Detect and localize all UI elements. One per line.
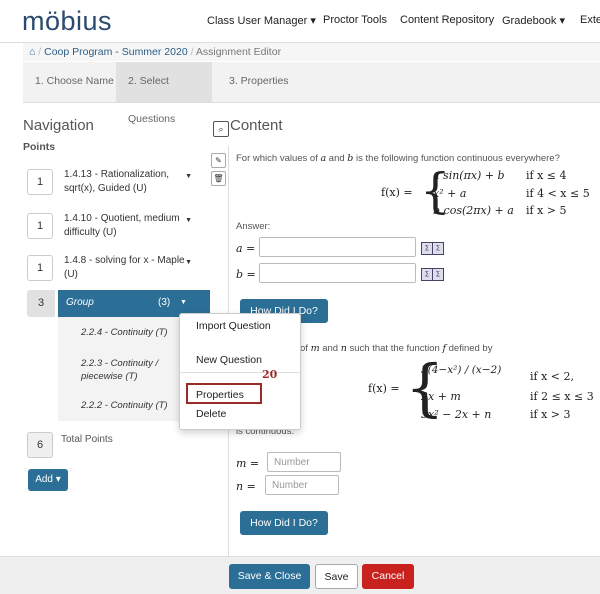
group-item[interactable]: 3 Group (3) ▼ xyxy=(23,290,210,317)
q1-case-expr: a sin(πx) + b xyxy=(433,169,505,182)
answer-b-input[interactable] xyxy=(259,263,416,283)
points-input[interactable]: 1 xyxy=(27,213,53,239)
nav-class-user-manager[interactable]: Class User Manager ▾ xyxy=(207,14,316,27)
pencil-icon[interactable]: ✎ xyxy=(211,153,226,168)
answer-a-input[interactable] xyxy=(259,237,416,257)
question-item[interactable]: 1 1.4.8 - solving for x - Maple (U) ▼ xyxy=(23,251,196,287)
q2-case-cond: if x < 2, xyxy=(530,370,574,383)
q1-case-expr: x² + a xyxy=(433,187,467,200)
home-icon[interactable]: ⌂ xyxy=(29,46,35,58)
total-points-value: 6 xyxy=(27,432,53,458)
group-sub-list: 2.2.4 - Continuity (T) 2.2.3 - Continuit… xyxy=(58,317,188,421)
n-input[interactable]: Number xyxy=(265,475,339,495)
question-2-prompt: of m and n such that the function f defi… xyxy=(300,343,493,354)
mobius-logo[interactable]: möbius xyxy=(22,6,112,37)
m-input[interactable]: Number xyxy=(267,452,341,472)
question-item[interactable]: 1 1.4.13 - Rationalization, sqrt(x), Gui… xyxy=(23,165,196,201)
q2-case-cond: if 2 ≤ x ≤ 3 xyxy=(530,390,594,403)
q2-case-cond: if x > 3 xyxy=(530,408,571,421)
top-bar: möbius Class User Manager ▾ Proctor Tool… xyxy=(0,0,600,43)
n-label: n = xyxy=(236,480,256,493)
points-header: Points xyxy=(23,141,56,153)
save-close-button[interactable]: Save & Close xyxy=(229,564,310,589)
group-points[interactable]: 3 xyxy=(27,290,55,317)
nav-proctor-tools[interactable]: Proctor Tools xyxy=(323,14,387,26)
q1-case-cond: if x > 5 xyxy=(526,204,567,217)
breadcrumb-course[interactable]: Coop Program - Summer 2020 xyxy=(44,46,188,58)
nav-content-repository[interactable]: Content Repository xyxy=(400,14,494,26)
q1-function-label: f(x) = xyxy=(381,186,413,199)
total-points-label: Total Points xyxy=(61,434,113,445)
navigation-title: Navigation xyxy=(23,117,94,134)
b-label: b = xyxy=(236,268,256,281)
q1-case-cond: if x ≤ 4 xyxy=(526,169,567,182)
sub-question-item[interactable]: 2.2.3 - Continuity / piecewise (T) xyxy=(81,357,191,383)
question-1-prompt: For which values of a and b is the follo… xyxy=(236,153,560,164)
cancel-button[interactable]: Cancel xyxy=(362,564,414,589)
question-label[interactable]: 1.4.10 - Quotient, medium difficulty (U) xyxy=(64,212,188,240)
menu-new-question[interactable]: New Question xyxy=(196,354,262,366)
step-select-questions[interactable]: 2. Select Questions xyxy=(116,62,212,125)
sub-question-item[interactable]: 2.2.4 - Continuity (T) xyxy=(81,326,191,339)
chevron-down-icon[interactable]: ▼ xyxy=(185,259,192,266)
how-did-i-do-button[interactable]: How Did I Do? xyxy=(240,511,328,535)
m-label: m = xyxy=(236,457,260,470)
question-label[interactable]: 1.4.8 - solving for x - Maple (U) xyxy=(64,254,188,282)
content-title: Content xyxy=(230,117,283,134)
chevron-down-icon[interactable]: ▼ xyxy=(185,173,192,180)
question-item[interactable]: 1 1.4.10 - Quotient, medium difficulty (… xyxy=(23,209,196,245)
points-input[interactable]: 1 xyxy=(27,169,53,195)
q2-case-expr: 5(4−x²) / (x−2) xyxy=(421,364,502,376)
preview-icon[interactable]: ∑ xyxy=(432,242,444,255)
a-label: a = xyxy=(236,242,256,255)
q2-function-label: f(x) = xyxy=(368,382,400,395)
breadcrumb: ⌂ / Coop Program - Summer 2020 / Assignm… xyxy=(23,43,600,61)
footer-bar: Save & Close Save Cancel xyxy=(0,556,600,594)
nav-gradebook[interactable]: Gradebook ▾ xyxy=(502,14,565,27)
breadcrumb-current: Assignment Editor xyxy=(195,46,282,58)
save-button[interactable]: Save xyxy=(315,564,358,589)
nav-external[interactable]: Exter xyxy=(580,14,600,26)
question-label[interactable]: 1.4.13 - Rationalization, sqrt(x), Guide… xyxy=(64,168,188,196)
context-menu: Import Question New Question Properties … xyxy=(179,313,301,430)
q2-case-expr: 5x² − 2x + n xyxy=(421,408,492,421)
annotation-number: 20 xyxy=(262,368,278,381)
trash-icon[interactable]: 🗑 xyxy=(211,171,226,186)
menu-divider xyxy=(180,372,300,373)
q2-case-expr: 2x + m xyxy=(421,390,461,403)
answer-label: Answer: xyxy=(236,221,271,232)
menu-import-question[interactable]: Import Question xyxy=(196,320,271,332)
q1-case-cond: if 4 < x ≤ 5 xyxy=(526,187,590,200)
group-label: Group xyxy=(66,297,94,308)
wizard-steps: 1. Choose Name 2. Select Questions 3. Pr… xyxy=(23,62,600,125)
step-choose-name[interactable]: 1. Choose Name xyxy=(23,62,126,102)
menu-delete[interactable]: Delete xyxy=(196,408,226,420)
preview-icon[interactable]: ∑ xyxy=(432,268,444,281)
add-button[interactable]: Add ▾ xyxy=(28,469,68,491)
chevron-down-icon[interactable]: ▼ xyxy=(185,217,192,224)
group-count: (3) xyxy=(158,297,171,308)
points-input[interactable]: 1 xyxy=(27,255,53,281)
step-properties[interactable]: 3. Properties xyxy=(217,62,301,102)
q1-case-expr: b cos(2πx) + a xyxy=(433,204,514,217)
search-icon[interactable]: ⌕ xyxy=(213,121,229,137)
highlight-box xyxy=(186,383,262,404)
sub-question-item[interactable]: 2.2.2 - Continuity (T) xyxy=(81,399,191,412)
